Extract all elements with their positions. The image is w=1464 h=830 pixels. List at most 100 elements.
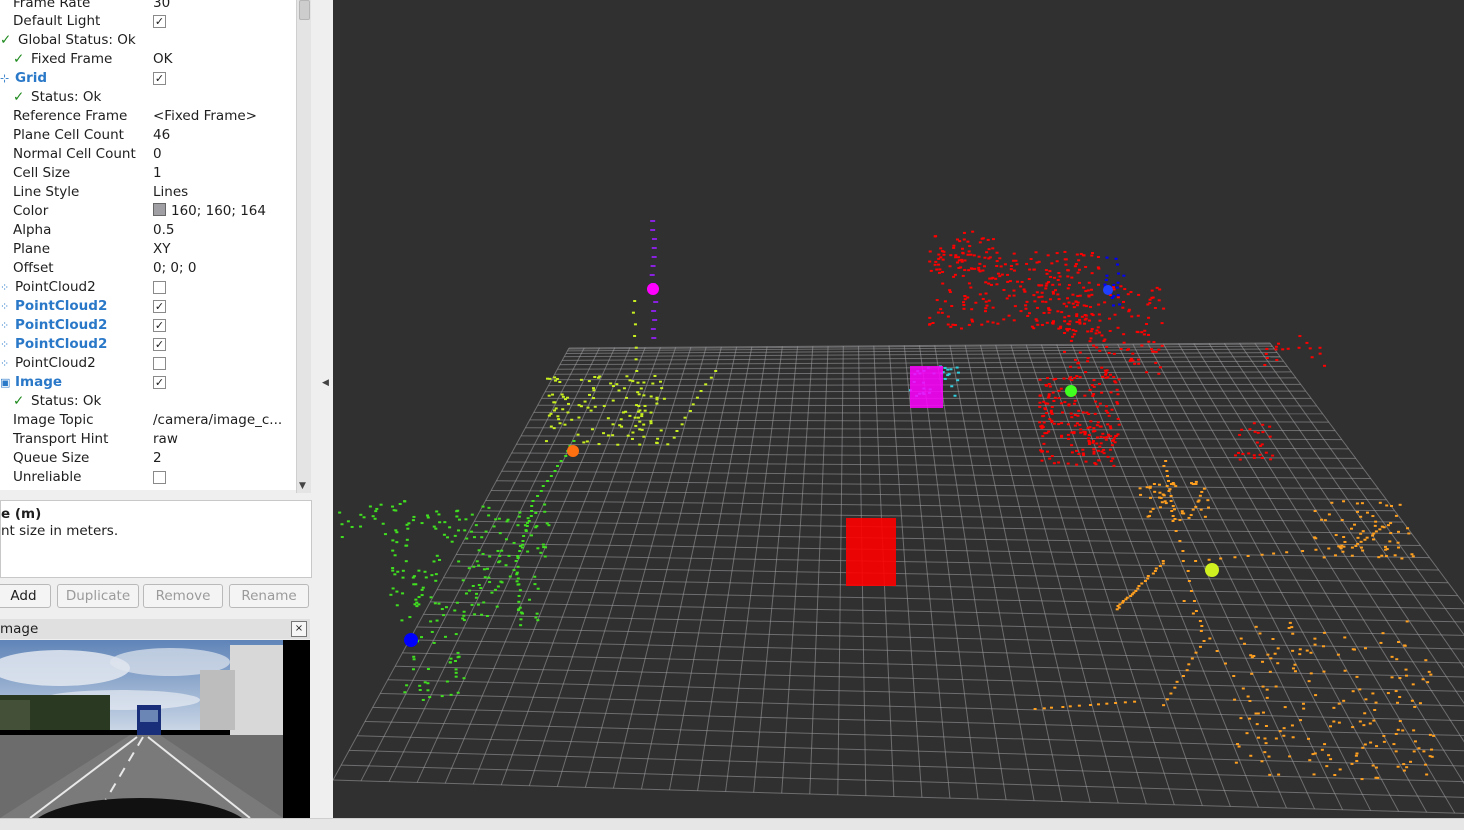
enabled-checkbox[interactable]: ✓ [153,300,166,313]
enabled-checkbox[interactable] [153,471,166,484]
property-value[interactable]: OK [153,50,172,69]
property-value[interactable]: 160; 160; 164 [153,202,266,221]
property-row-grid-status[interactable]: ✓Status: Ok [0,88,296,107]
lidar-point-green [533,583,536,585]
property-row-alpha[interactable]: Alpha0.5 [0,221,296,240]
add-button[interactable]: Add [0,584,51,608]
property-value[interactable]: XY [153,240,171,259]
lidar-point-red [1098,383,1101,385]
lidar-point-red [1076,415,1079,417]
lidar-point-red [967,269,970,271]
remove-button[interactable]: Remove [143,584,223,608]
lidar-point-green [435,510,438,512]
property-row-transport-hint[interactable]: Transport Hintraw [0,430,296,449]
lidar-point-orange [1324,519,1327,521]
property-row-pointcloud2-5[interactable]: ⁘PointCloud2 [0,354,296,373]
lidar-point-green [494,518,497,520]
lidar-point-green [463,677,466,679]
property-value[interactable]: 0 [153,145,162,164]
lidar-point-red [996,323,999,325]
camera-image [0,640,310,818]
enabled-checkbox[interactable]: ✓ [153,15,166,28]
property-row-fixed-frame[interactable]: ✓Fixed FrameOK [0,50,296,69]
property-value[interactable]: 2 [153,449,162,468]
lidar-point-red [1026,315,1029,317]
lidar-point-red [1073,333,1076,335]
property-row-offset[interactable]: Offset0; 0; 0 [0,259,296,278]
lidar-point-orange [1181,550,1184,552]
lidar-point-orange [1249,755,1252,757]
enabled-checkbox[interactable]: ✓ [153,319,166,332]
lidar-point-red [947,324,950,326]
lidar-point-red [1259,454,1262,456]
property-value[interactable]: 1 [153,164,162,183]
lidar-point-orange [1323,632,1326,634]
grid-line [417,627,1464,650]
property-row-pointcloud2-1[interactable]: ⁘PointCloud2 [0,278,296,297]
lidar-point-red [1074,265,1077,267]
property-value[interactable]: 0.5 [153,221,174,240]
property-row-unreliable[interactable]: Unreliable [0,468,296,487]
lidar-point-green [573,440,576,442]
render-scene[interactable] [333,0,1464,818]
property-row-global-status[interactable]: ✓Global Status: Ok [0,31,296,50]
scrollbar-thumb[interactable] [299,0,310,20]
property-row-cell-size[interactable]: Cell Size1 [0,164,296,183]
property-row-normal-cell-count[interactable]: Normal Cell Count0 [0,145,296,164]
property-row-plane-cell-count[interactable]: Plane Cell Count46 [0,126,296,145]
enabled-checkbox[interactable] [153,357,166,370]
lidar-point-orange [1339,768,1342,770]
lidar-point-red [1092,453,1095,455]
lidar-point-green [438,521,441,523]
property-value[interactable]: 0; 0; 0 [153,259,196,278]
lidar-point-red [1060,388,1063,390]
lidar-point-orange [1406,527,1409,529]
enabled-checkbox[interactable] [153,281,166,294]
property-row-default-light[interactable]: Default Light✓ [0,12,296,31]
lidar-point-red [995,283,998,285]
property-value[interactable]: <Fixed Frame> [153,107,257,126]
property-row-image-topic[interactable]: Image Topic/camera/image_c... [0,411,296,430]
property-value[interactable]: 46 [153,126,170,145]
property-row-pointcloud2-3[interactable]: ⁘PointCloud2✓ [0,316,296,335]
dock-splitter[interactable]: ◀ [320,0,332,829]
lidar-point-yellow [635,370,638,372]
lidar-point-red [1001,274,1004,276]
lidar-point-orange [1248,718,1251,720]
lidar-point-red [1041,296,1044,298]
property-value[interactable]: Lines [153,183,188,202]
enabled-checkbox[interactable]: ✓ [153,376,166,389]
property-row-grid[interactable]: ⊹Grid✓ [0,69,296,88]
lidar-point-red [1060,402,1063,404]
lidar-point-red [1074,330,1077,332]
tree-scrollbar[interactable]: ▼ [296,0,311,493]
property-row-image[interactable]: ▣Image✓ [0,373,296,392]
lidar-point-orange [1366,537,1369,539]
property-value[interactable]: /camera/image_c... [153,411,282,430]
property-row-queue-size[interactable]: Queue Size2 [0,449,296,468]
collapse-left-icon[interactable]: ◀ [322,378,329,388]
lidar-point-red [1098,320,1101,322]
enabled-checkbox[interactable]: ✓ [153,338,166,351]
property-value[interactable]: raw [153,430,178,449]
property-row-plane[interactable]: PlaneXY [0,240,296,259]
lidar-point-red [1044,287,1047,289]
lidar-point-orange [1314,510,1317,512]
property-row-pointcloud2-2[interactable]: ⁘PointCloud2✓ [0,297,296,316]
lidar-point-orange [1302,708,1305,710]
enabled-checkbox[interactable]: ✓ [153,72,166,85]
property-row-color[interactable]: Color160; 160; 164 [0,202,296,221]
lidar-point-blue [1116,287,1119,289]
3d-view[interactable] [333,0,1464,818]
duplicate-button[interactable]: Duplicate [57,584,139,608]
property-row-pointcloud2-4[interactable]: ⁘PointCloud2✓ [0,335,296,354]
close-icon[interactable]: × [291,621,307,637]
property-row-line-style[interactable]: Line StyleLines [0,183,296,202]
lidar-point-red [1098,446,1101,448]
property-row-image-status[interactable]: ✓Status: Ok [0,392,296,411]
scroll-down-icon[interactable]: ▼ [299,481,306,491]
lidar-point-yellow [549,413,552,415]
rename-button[interactable]: Rename [229,584,309,608]
property-row-reference-frame[interactable]: Reference Frame<Fixed Frame> [0,107,296,126]
lidar-point-orange [1419,702,1422,704]
